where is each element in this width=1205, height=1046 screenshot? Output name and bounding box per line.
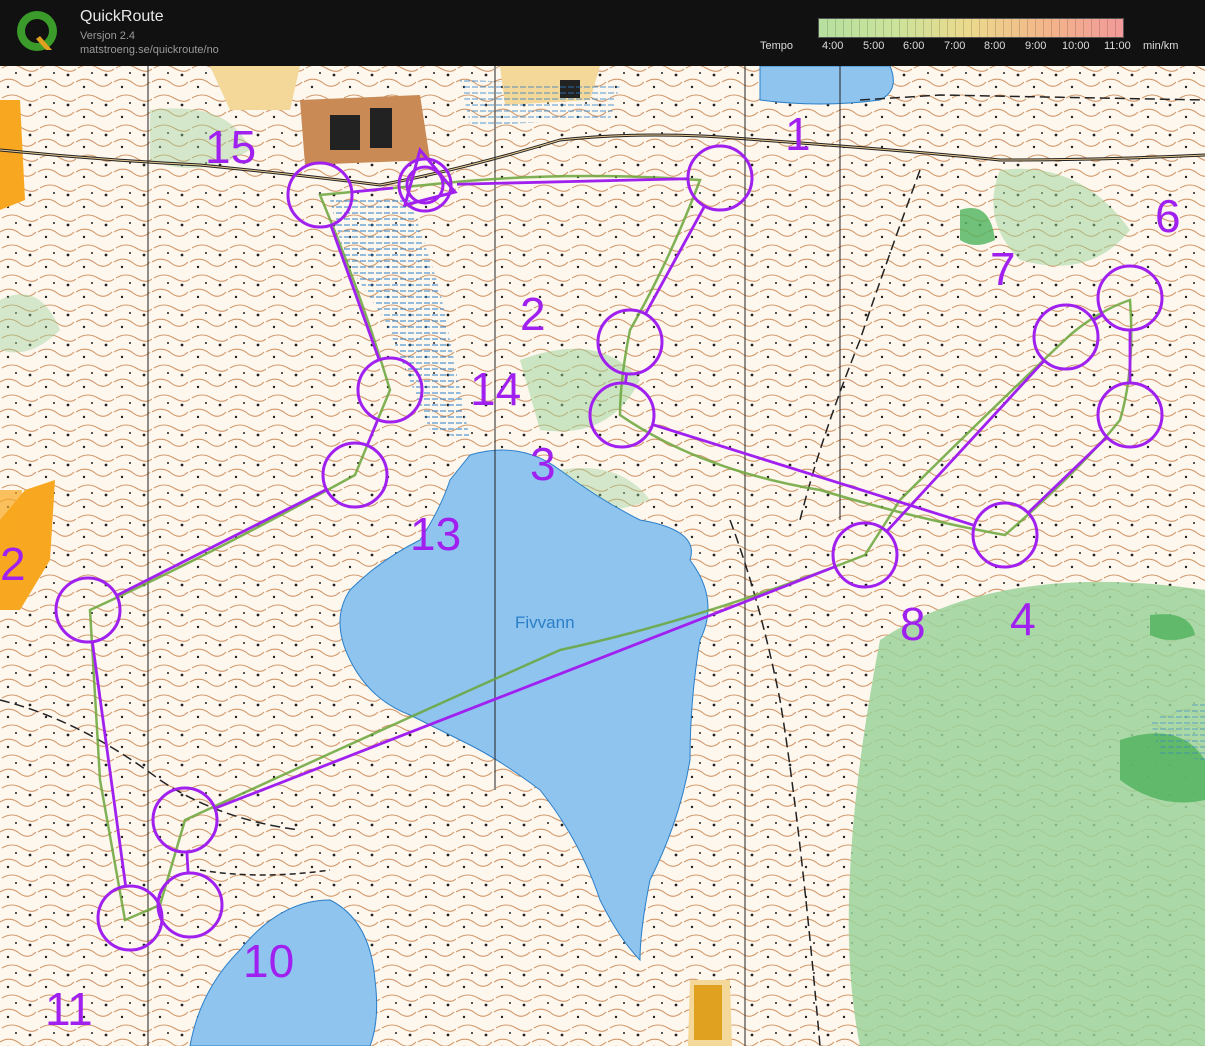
app-header: QuickRoute Versjon 2.4 matstroeng.se/qui… bbox=[0, 0, 1205, 67]
control-number: 4 bbox=[1010, 593, 1036, 645]
control-number: 1 bbox=[785, 108, 811, 160]
tempo-tick: 7:00 bbox=[944, 40, 966, 52]
control-number: 6 bbox=[1155, 190, 1181, 242]
tempo-tick: 6:00 bbox=[903, 40, 925, 52]
app-version: Versjon 2.4 bbox=[80, 30, 136, 42]
tempo-scale-cell-divider bbox=[891, 19, 892, 37]
lake-name-label: Fivvann bbox=[515, 613, 575, 632]
tempo-scale-cell-divider bbox=[1083, 19, 1084, 37]
tempo-scale-cell-divider bbox=[1099, 19, 1100, 37]
tempo-scale-cell-divider bbox=[955, 19, 956, 37]
tempo-scale-cell-divider bbox=[835, 19, 836, 37]
lake-north bbox=[759, 66, 894, 105]
tempo-scale-cell-divider bbox=[963, 19, 964, 37]
quickroute-logo bbox=[17, 11, 57, 51]
control-number: 3 bbox=[530, 438, 556, 490]
tempo-scale-cell-divider bbox=[1091, 19, 1092, 37]
control-number: 14 bbox=[470, 363, 521, 415]
tempo-label: Tempo bbox=[760, 40, 794, 52]
tempo-scale-cell-divider bbox=[1075, 19, 1076, 37]
tempo-scale-cell-divider bbox=[995, 19, 996, 37]
control-number: 8 bbox=[900, 598, 926, 650]
tempo-scale-cell-divider bbox=[875, 19, 876, 37]
control-number: 10 bbox=[243, 935, 294, 987]
tempo-scale-cell-divider bbox=[939, 19, 940, 37]
course-leg bbox=[185, 851, 190, 874]
tempo-scale-cell-divider bbox=[883, 19, 884, 37]
tempo-scale-cell-divider bbox=[1107, 19, 1108, 37]
tempo-scale-cell-divider bbox=[1067, 19, 1068, 37]
tempo-tick: 4:00 bbox=[822, 40, 844, 52]
tempo-scale-cell-divider bbox=[907, 19, 908, 37]
control-number: 2 bbox=[520, 288, 546, 340]
tempo-scale-cell-divider bbox=[851, 19, 852, 37]
tempo-scale-cell-divider bbox=[931, 19, 932, 37]
tempo-scale-cell-divider bbox=[859, 19, 860, 37]
control-number: 13 bbox=[410, 508, 461, 560]
tempo-tick: 9:00 bbox=[1025, 40, 1047, 52]
tempo-scale-cell-divider bbox=[867, 19, 868, 37]
control-number: 11 bbox=[45, 983, 93, 1035]
tempo-scale-cell-divider bbox=[923, 19, 924, 37]
tempo-scale-cell-divider bbox=[979, 19, 980, 37]
tempo-scale-cell-divider bbox=[1051, 19, 1052, 37]
tempo-scale-cell-divider bbox=[1027, 19, 1028, 37]
tempo-scale-cell-divider bbox=[1003, 19, 1004, 37]
tempo-scale-cell-divider bbox=[843, 19, 844, 37]
app-url[interactable]: matstroeng.se/quickroute/no bbox=[80, 44, 219, 57]
tempo-scale-cell-divider bbox=[1059, 19, 1060, 37]
app-title: QuickRoute bbox=[80, 8, 164, 25]
tempo-scale-cell-divider bbox=[1043, 19, 1044, 37]
tempo-tick: 8:00 bbox=[984, 40, 1006, 52]
control-number: 2 bbox=[0, 538, 26, 590]
tempo-scale-cell-divider bbox=[899, 19, 900, 37]
tempo-unit: min/km bbox=[1143, 40, 1179, 52]
tempo-tick: 5:00 bbox=[863, 40, 885, 52]
tempo-scale-cell-divider bbox=[947, 19, 948, 37]
tempo-scale-cell-divider bbox=[971, 19, 972, 37]
tempo-scale-cell-divider bbox=[1115, 19, 1116, 37]
orienteering-map[interactable]: Fivvann 1 2 3 4 6 7 8 10 11 2 13 14 15 bbox=[0, 66, 1205, 1046]
tempo-tick: 10:00 bbox=[1062, 40, 1090, 52]
tempo-scale-cell-divider bbox=[827, 19, 828, 37]
tempo-scale-cell-divider bbox=[1035, 19, 1036, 37]
tempo-scale-cell-divider bbox=[987, 19, 988, 37]
control-number: 7 bbox=[990, 243, 1016, 295]
tempo-scale-cell-divider bbox=[1019, 19, 1020, 37]
tempo-tick: 11:00 bbox=[1104, 40, 1131, 52]
control-number: 15 bbox=[205, 121, 256, 173]
tempo-scale-cell-divider bbox=[915, 19, 916, 37]
tempo-color-scale bbox=[818, 18, 1124, 38]
tempo-scale-cell-divider bbox=[1011, 19, 1012, 37]
